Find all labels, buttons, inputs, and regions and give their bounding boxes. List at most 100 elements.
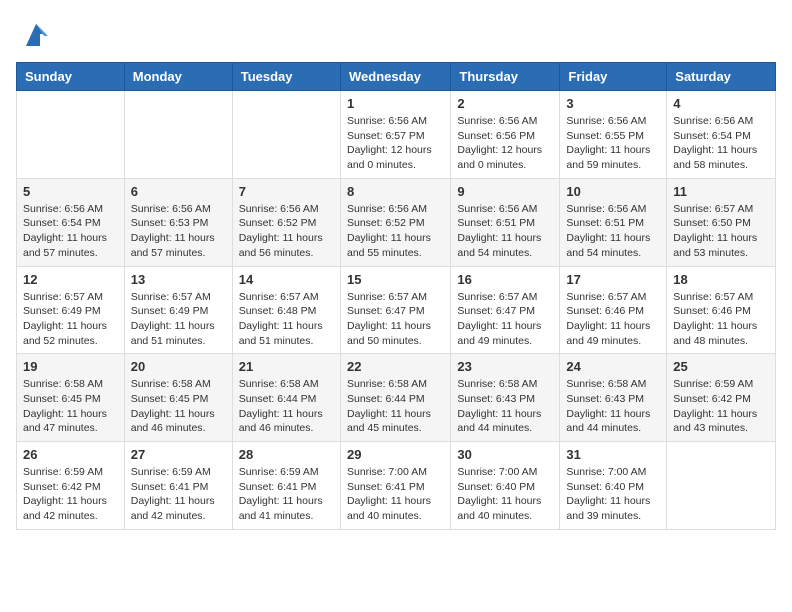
day-info: Sunrise: 6:57 AM Sunset: 6:50 PM Dayligh…: [673, 202, 769, 261]
day-of-week-header: Thursday: [451, 63, 560, 91]
day-of-week-header: Tuesday: [232, 63, 340, 91]
day-info: Sunrise: 6:56 AM Sunset: 6:53 PM Dayligh…: [131, 202, 226, 261]
calendar-cell: 3 Sunrise: 6:56 AM Sunset: 6:55 PM Daylig…: [560, 91, 667, 179]
day-number: 29: [347, 447, 444, 462]
calendar-cell: 4 Sunrise: 6:56 AM Sunset: 6:54 PM Daylig…: [667, 91, 776, 179]
calendar-week-row: 19Sunrise: 6:58 AM Sunset: 6:45 PM Dayli…: [17, 354, 776, 442]
calendar-cell: 27Sunrise: 6:59 AM Sunset: 6:41 PM Dayli…: [124, 442, 232, 530]
day-info: Sunrise: 6:59 AM Sunset: 6:41 PM Dayligh…: [131, 465, 226, 524]
day-number: 28: [239, 447, 334, 462]
day-number: 16: [457, 272, 553, 287]
calendar-cell: 2 Sunrise: 6:56 AM Sunset: 6:56 PM Daylig…: [451, 91, 560, 179]
day-number: 18: [673, 272, 769, 287]
calendar-cell: 24 Sunrise: 6:58 AM Sunset: 6:43 PM Dayli…: [560, 354, 667, 442]
calendar-week-row: 1 Sunrise: 6:56 AM Sunset: 6:57 PM Daylig…: [17, 91, 776, 179]
day-number: 9: [457, 184, 553, 199]
calendar-week-row: 12 Sunrise: 6:57 AM Sunset: 6:49 PM Dayli…: [17, 266, 776, 354]
logo-icon: [18, 16, 54, 52]
day-info: Sunrise: 6:58 AM Sunset: 6:45 PM Dayligh…: [23, 377, 118, 436]
day-info: Sunrise: 6:57 AM Sunset: 6:47 PM Dayligh…: [347, 290, 444, 349]
day-info: Sunrise: 6:57 AM Sunset: 6:46 PM Dayligh…: [673, 290, 769, 349]
day-number: 30: [457, 447, 553, 462]
calendar-cell: 19Sunrise: 6:58 AM Sunset: 6:45 PM Dayli…: [17, 354, 125, 442]
calendar-cell: 5 Sunrise: 6:56 AM Sunset: 6:54 PM Daylig…: [17, 178, 125, 266]
day-info: Sunrise: 6:57 AM Sunset: 6:49 PM Dayligh…: [23, 290, 118, 349]
calendar-cell: 1 Sunrise: 6:56 AM Sunset: 6:57 PM Daylig…: [340, 91, 450, 179]
calendar-cell: 16 Sunrise: 6:57 AM Sunset: 6:47 PM Dayli…: [451, 266, 560, 354]
calendar-cell: 20 Sunrise: 6:58 AM Sunset: 6:45 PM Dayli…: [124, 354, 232, 442]
day-info: Sunrise: 6:58 AM Sunset: 6:44 PM Dayligh…: [347, 377, 444, 436]
calendar-cell: 9 Sunrise: 6:56 AM Sunset: 6:51 PM Daylig…: [451, 178, 560, 266]
day-info: Sunrise: 7:00 AM Sunset: 6:40 PM Dayligh…: [457, 465, 553, 524]
calendar-cell: [17, 91, 125, 179]
day-info: Sunrise: 6:58 AM Sunset: 6:44 PM Dayligh…: [239, 377, 334, 436]
calendar-cell: 14 Sunrise: 6:57 AM Sunset: 6:48 PM Dayli…: [232, 266, 340, 354]
day-info: Sunrise: 6:59 AM Sunset: 6:41 PM Dayligh…: [239, 465, 334, 524]
calendar-cell: 30 Sunrise: 7:00 AM Sunset: 6:40 PM Dayli…: [451, 442, 560, 530]
calendar-cell: 15 Sunrise: 6:57 AM Sunset: 6:47 PM Dayli…: [340, 266, 450, 354]
day-number: 26: [23, 447, 118, 462]
calendar-table: SundayMondayTuesdayWednesdayThursdayFrid…: [16, 62, 776, 530]
day-info: Sunrise: 6:57 AM Sunset: 6:47 PM Dayligh…: [457, 290, 553, 349]
day-info: Sunrise: 6:58 AM Sunset: 6:43 PM Dayligh…: [457, 377, 553, 436]
calendar-header-row: SundayMondayTuesdayWednesdayThursdayFrid…: [17, 63, 776, 91]
calendar-cell: 29Sunrise: 7:00 AM Sunset: 6:41 PM Dayli…: [340, 442, 450, 530]
day-number: 25: [673, 359, 769, 374]
day-info: Sunrise: 6:56 AM Sunset: 6:54 PM Dayligh…: [673, 114, 769, 173]
day-number: 22: [347, 359, 444, 374]
day-info: Sunrise: 6:56 AM Sunset: 6:51 PM Dayligh…: [566, 202, 660, 261]
day-number: 14: [239, 272, 334, 287]
day-info: Sunrise: 6:58 AM Sunset: 6:45 PM Dayligh…: [131, 377, 226, 436]
calendar-cell: 6 Sunrise: 6:56 AM Sunset: 6:53 PM Daylig…: [124, 178, 232, 266]
day-number: 2: [457, 96, 553, 111]
day-info: Sunrise: 6:57 AM Sunset: 6:49 PM Dayligh…: [131, 290, 226, 349]
day-number: 21: [239, 359, 334, 374]
day-number: 13: [131, 272, 226, 287]
day-info: Sunrise: 6:58 AM Sunset: 6:43 PM Dayligh…: [566, 377, 660, 436]
page-header: [16, 16, 776, 52]
day-number: 31: [566, 447, 660, 462]
day-info: Sunrise: 6:59 AM Sunset: 6:42 PM Dayligh…: [23, 465, 118, 524]
day-info: Sunrise: 6:56 AM Sunset: 6:56 PM Dayligh…: [457, 114, 553, 173]
day-number: 23: [457, 359, 553, 374]
day-of-week-header: Sunday: [17, 63, 125, 91]
day-info: Sunrise: 6:56 AM Sunset: 6:52 PM Dayligh…: [239, 202, 334, 261]
calendar-cell: [232, 91, 340, 179]
day-info: Sunrise: 6:56 AM Sunset: 6:51 PM Dayligh…: [457, 202, 553, 261]
calendar-cell: 26 Sunrise: 6:59 AM Sunset: 6:42 PM Dayli…: [17, 442, 125, 530]
day-number: 1: [347, 96, 444, 111]
day-of-week-header: Friday: [560, 63, 667, 91]
calendar-week-row: 26 Sunrise: 6:59 AM Sunset: 6:42 PM Dayli…: [17, 442, 776, 530]
day-info: Sunrise: 6:56 AM Sunset: 6:54 PM Dayligh…: [23, 202, 118, 261]
calendar-cell: 21 Sunrise: 6:58 AM Sunset: 6:44 PM Dayli…: [232, 354, 340, 442]
day-info: Sunrise: 6:57 AM Sunset: 6:48 PM Dayligh…: [239, 290, 334, 349]
day-number: 24: [566, 359, 660, 374]
calendar-cell: 17 Sunrise: 6:57 AM Sunset: 6:46 PM Dayli…: [560, 266, 667, 354]
calendar-cell: 13 Sunrise: 6:57 AM Sunset: 6:49 PM Dayli…: [124, 266, 232, 354]
day-number: 6: [131, 184, 226, 199]
day-number: 8: [347, 184, 444, 199]
calendar-cell: 8Sunrise: 6:56 AM Sunset: 6:52 PM Daylig…: [340, 178, 450, 266]
day-number: 15: [347, 272, 444, 287]
day-number: 4: [673, 96, 769, 111]
calendar-cell: 28 Sunrise: 6:59 AM Sunset: 6:41 PM Dayli…: [232, 442, 340, 530]
day-of-week-header: Saturday: [667, 63, 776, 91]
day-number: 12: [23, 272, 118, 287]
calendar-cell: 18 Sunrise: 6:57 AM Sunset: 6:46 PM Dayli…: [667, 266, 776, 354]
calendar-week-row: 5 Sunrise: 6:56 AM Sunset: 6:54 PM Daylig…: [17, 178, 776, 266]
calendar-cell: 31 Sunrise: 7:00 AM Sunset: 6:40 PM Dayli…: [560, 442, 667, 530]
calendar-cell: 25Sunrise: 6:59 AM Sunset: 6:42 PM Dayli…: [667, 354, 776, 442]
day-number: 20: [131, 359, 226, 374]
calendar-cell: 10 Sunrise: 6:56 AM Sunset: 6:51 PM Dayli…: [560, 178, 667, 266]
calendar-cell: 23 Sunrise: 6:58 AM Sunset: 6:43 PM Dayli…: [451, 354, 560, 442]
day-info: Sunrise: 6:56 AM Sunset: 6:55 PM Dayligh…: [566, 114, 660, 173]
day-number: 3: [566, 96, 660, 111]
day-number: 17: [566, 272, 660, 287]
day-info: Sunrise: 7:00 AM Sunset: 6:40 PM Dayligh…: [566, 465, 660, 524]
day-number: 7: [239, 184, 334, 199]
day-info: Sunrise: 6:56 AM Sunset: 6:57 PM Dayligh…: [347, 114, 444, 173]
day-number: 5: [23, 184, 118, 199]
day-number: 10: [566, 184, 660, 199]
logo: [16, 16, 54, 52]
day-info: Sunrise: 6:57 AM Sunset: 6:46 PM Dayligh…: [566, 290, 660, 349]
